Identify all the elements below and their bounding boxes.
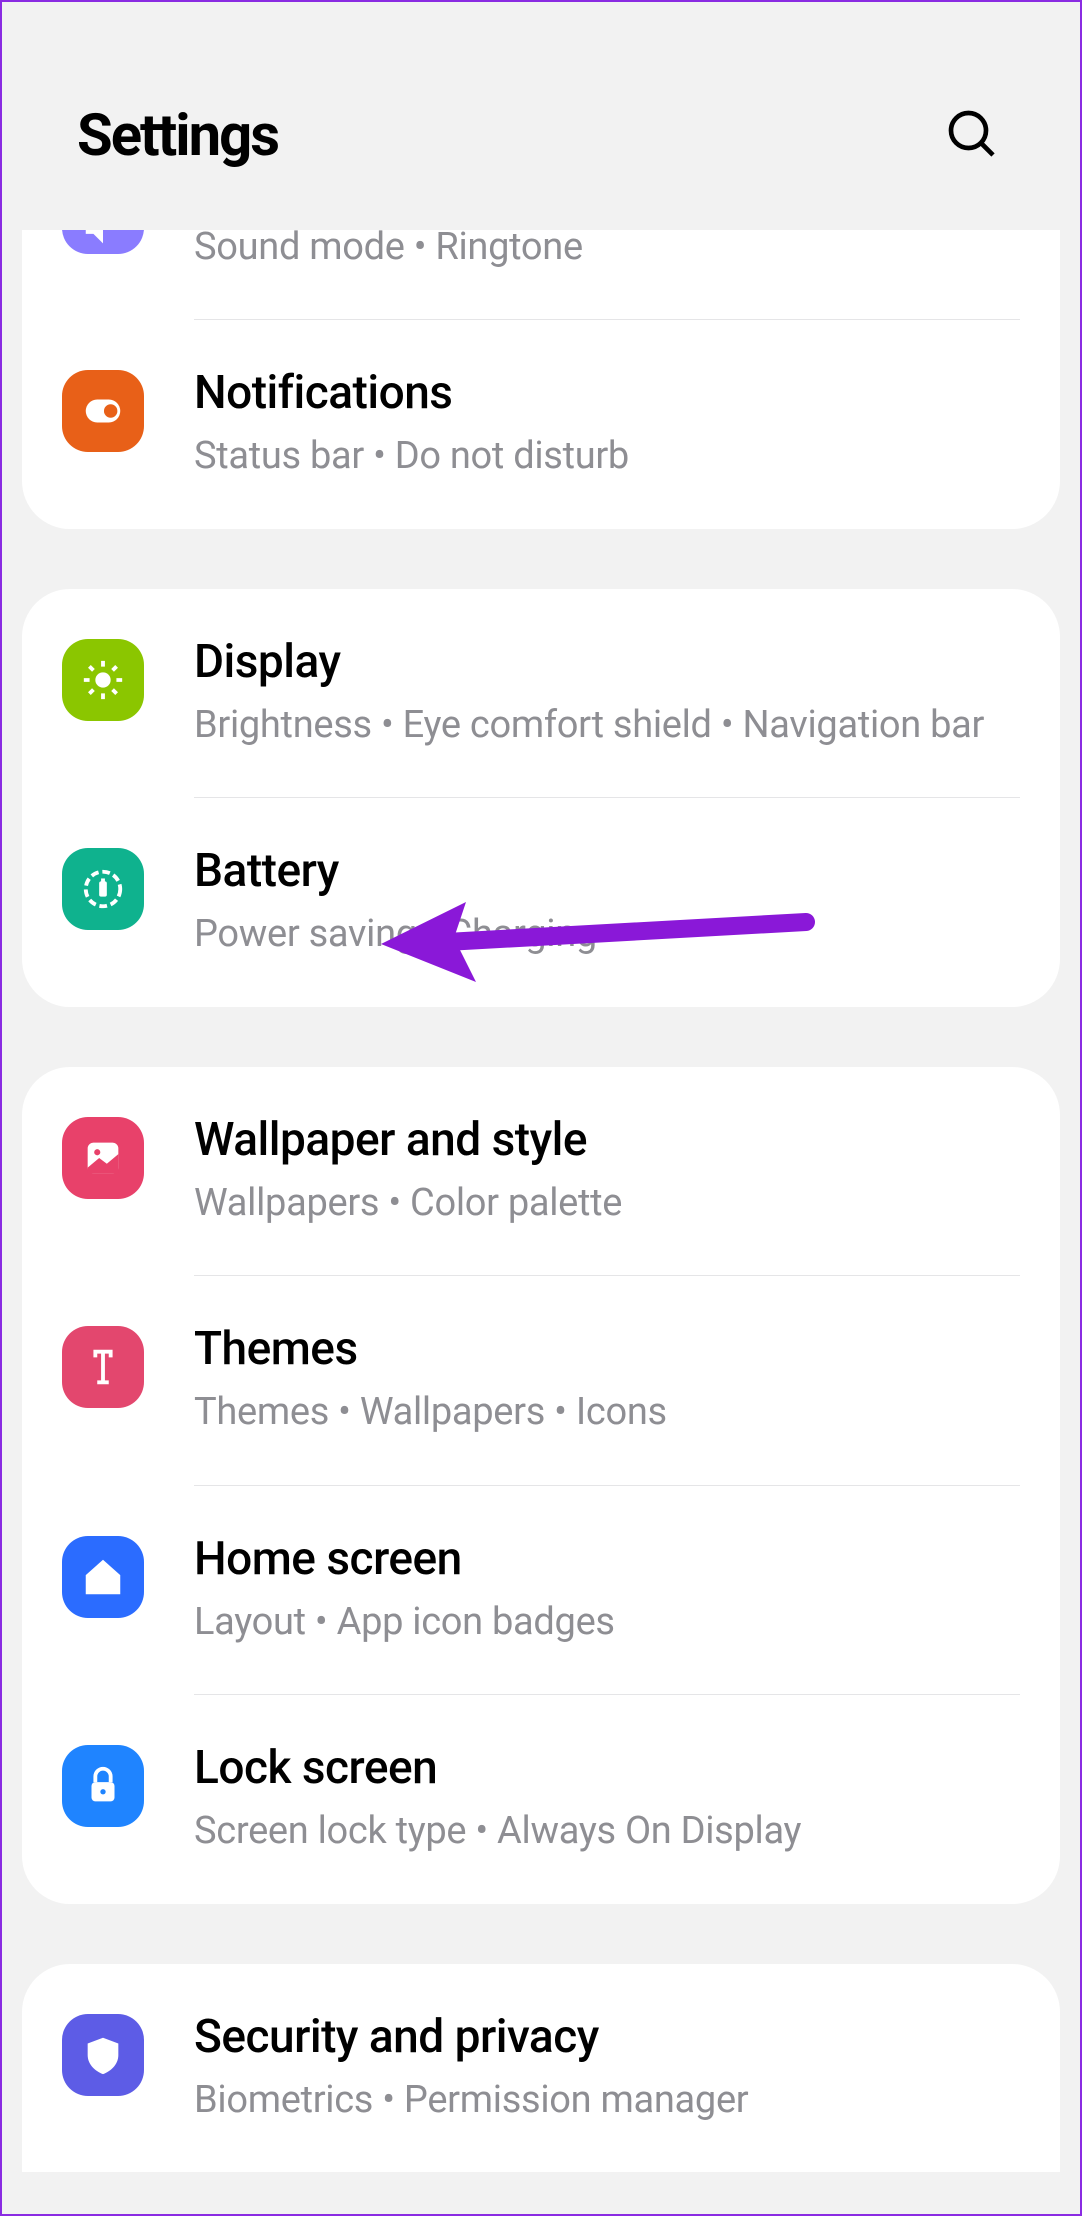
header: Settings xyxy=(2,2,1080,230)
list-item-home-screen[interactable]: Home screen Layout • App icon badges xyxy=(22,1486,1060,1694)
list-item-title: Themes xyxy=(194,1322,1020,1377)
list-item-title: Wallpaper and style xyxy=(194,1113,1020,1168)
list-item-subtitle: Screen lock type • Always On Display xyxy=(194,1806,1020,1857)
home-icon xyxy=(62,1536,144,1618)
security-icon xyxy=(62,2014,144,2096)
list-item-subtitle: Biometrics • Permission manager xyxy=(194,2075,1020,2126)
themes-icon xyxy=(62,1326,144,1408)
display-icon xyxy=(62,639,144,721)
list-item-title: Security and privacy xyxy=(194,2010,1020,2065)
list-item-lock-screen[interactable]: Lock screen Screen lock type • Always On… xyxy=(22,1695,1060,1903)
settings-group: Wallpaper and style Wallpapers • Color p… xyxy=(22,1067,1060,1904)
list-item-themes[interactable]: Themes Themes • Wallpapers • Icons xyxy=(22,1276,1060,1484)
wallpaper-icon xyxy=(62,1117,144,1199)
search-button[interactable] xyxy=(944,106,1000,166)
sounds-icon xyxy=(62,230,144,254)
list-item-subtitle: Wallpapers • Color palette xyxy=(194,1178,1020,1229)
page-title: Settings xyxy=(77,102,278,170)
search-icon xyxy=(944,106,1000,162)
list-item-title: Home screen xyxy=(194,1532,1020,1587)
list-item-title: Battery xyxy=(194,844,1020,899)
list-item-notifications[interactable]: Notifications Status bar • Do not distur… xyxy=(22,320,1060,528)
lock-icon xyxy=(62,1745,144,1827)
settings-group: Sound mode • Ringtone Notifications Stat… xyxy=(22,230,1060,529)
list-item-title: Lock screen xyxy=(194,1741,1020,1796)
settings-group: Display Brightness • Eye comfort shield … xyxy=(22,589,1060,1007)
list-item-title: Display xyxy=(194,635,1020,690)
list-item-security[interactable]: Security and privacy Biometrics • Permis… xyxy=(22,1964,1060,2172)
list-item-subtitle: Themes • Wallpapers • Icons xyxy=(194,1387,1020,1438)
list-item-subtitle: Status bar • Do not disturb xyxy=(194,431,1020,482)
list-item-subtitle: Sound mode • Ringtone xyxy=(194,230,1020,273)
settings-group: Security and privacy Biometrics • Permis… xyxy=(22,1964,1060,2172)
list-item-subtitle: Power saving • Charging xyxy=(194,909,1020,960)
list-item-display[interactable]: Display Brightness • Eye comfort shield … xyxy=(22,589,1060,797)
list-item-subtitle: Brightness • Eye comfort shield • Naviga… xyxy=(194,700,1020,751)
list-item-battery[interactable]: Battery Power saving • Charging xyxy=(22,798,1060,1006)
list-item-wallpaper[interactable]: Wallpaper and style Wallpapers • Color p… xyxy=(22,1067,1060,1275)
list-item-subtitle: Layout • App icon badges xyxy=(194,1597,1020,1648)
battery-icon xyxy=(62,848,144,930)
list-item-title: Notifications xyxy=(194,366,1020,421)
list-item-sounds[interactable]: Sound mode • Ringtone xyxy=(22,230,1060,319)
notifications-icon xyxy=(62,370,144,452)
